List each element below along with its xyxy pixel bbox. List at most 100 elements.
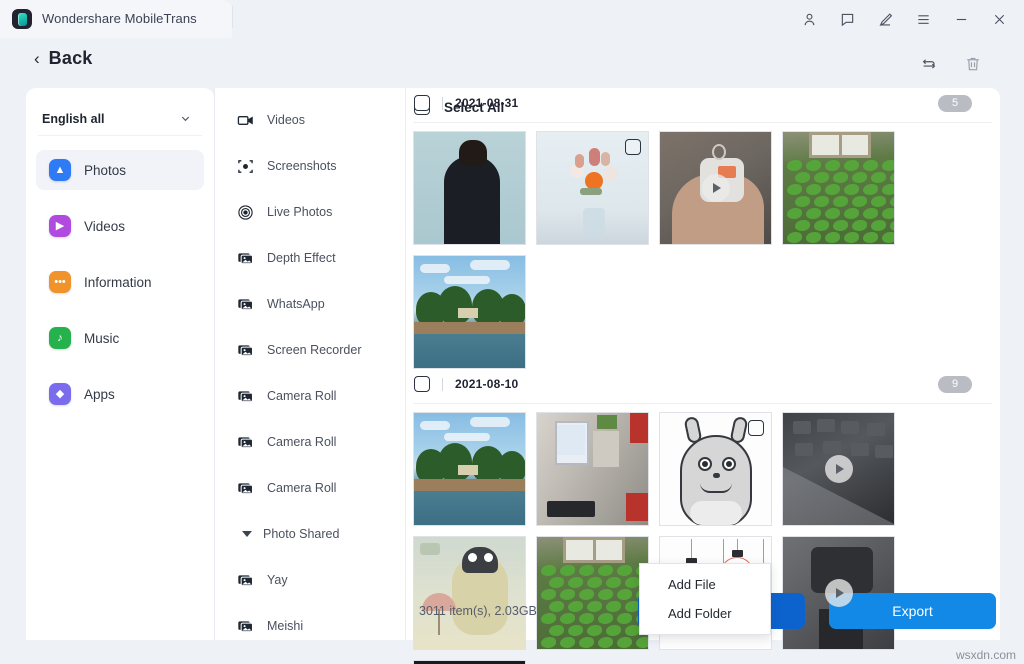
title-bar: Wondershare MobileTrans (0, 0, 1024, 38)
category-item-camera-roll[interactable]: Camera Roll (214, 465, 405, 511)
sub-header: ‹ Back (0, 38, 1024, 88)
music-icon: ♪ (49, 327, 71, 349)
menu-icon[interactable] (904, 3, 942, 35)
items-info: 3011 item(s), 2.03GB (419, 604, 537, 618)
divider (442, 97, 443, 110)
language-selector[interactable]: English all (38, 102, 202, 136)
thumbnail-item[interactable] (413, 131, 526, 245)
category-item-screenshots[interactable]: Screenshots (214, 143, 405, 189)
photo-stack-icon (236, 387, 254, 405)
group-checkbox[interactable] (414, 376, 430, 392)
thumbnail-grid (405, 123, 1000, 369)
category-item-whatsapp[interactable]: WhatsApp (214, 281, 405, 327)
thumbnail-item[interactable] (659, 412, 772, 526)
chevron-left-icon: ‹ (34, 50, 40, 67)
thumbnail-item[interactable] (413, 255, 526, 369)
photo-stack-icon (236, 433, 254, 451)
category-item-label: Screenshots (267, 159, 336, 173)
thumbnail-item[interactable] (413, 660, 526, 664)
video-camera-icon (236, 111, 254, 129)
sidebar-item-videos[interactable]: ▶Videos (36, 206, 204, 246)
caret-down-icon[interactable] (242, 531, 252, 537)
thumbnail-image (414, 413, 525, 525)
information-icon: ••• (49, 271, 71, 293)
category-item-label: Screen Recorder (267, 343, 362, 357)
group-count-badge: 5 (938, 95, 972, 112)
refresh-icon[interactable] (920, 55, 938, 73)
category-item-label: Photo Shared (263, 527, 339, 541)
category-item-label: Depth Effect (267, 251, 336, 265)
date-group-header[interactable]: 2021-08-109 (405, 369, 1000, 399)
play-icon[interactable] (825, 455, 853, 483)
live-photo-icon (236, 203, 254, 221)
sidebar-items: ▲Photos ▶Videos ••• Information ♪ Music ◆ Apps (36, 150, 204, 430)
header-tools (920, 55, 982, 73)
sidebar-item-label: Information (84, 275, 152, 290)
thumbnail-item[interactable] (659, 131, 772, 245)
category-item-camera-roll[interactable]: Camera Roll (214, 419, 405, 465)
category-item-label: Camera Roll (267, 481, 336, 495)
group-count-badge: 9 (938, 376, 972, 393)
chevron-down-icon (179, 112, 192, 125)
thumbnail-checkbox[interactable] (625, 139, 641, 155)
language-label: English all (42, 112, 105, 126)
import-context-menu: Add File Add Folder (639, 563, 771, 635)
category-item-live-photos[interactable]: Live Photos (214, 189, 405, 235)
edit-icon[interactable] (866, 3, 904, 35)
close-button[interactable] (980, 3, 1018, 35)
back-button[interactable]: ‹ Back (34, 48, 93, 69)
thumbnail-item[interactable] (782, 412, 895, 526)
back-label: Back (49, 48, 93, 69)
photo-stack-icon (236, 341, 254, 359)
thumbnail-item[interactable] (413, 412, 526, 526)
category-item-label: Live Photos (267, 205, 332, 219)
photo-stack-icon (236, 617, 254, 635)
thumbnail-image (414, 132, 525, 244)
thumbnail-item[interactable] (536, 131, 649, 245)
menu-item-add-folder[interactable]: Add Folder (640, 599, 770, 628)
sidebar-item-label: Apps (84, 387, 115, 402)
feedback-icon[interactable] (828, 3, 866, 35)
date-group-header[interactable]: 2021-08-31 5 (405, 88, 1000, 118)
photos-icon: ▲ (49, 159, 71, 181)
sidebar-item-apps[interactable]: ◆ Apps (36, 374, 204, 414)
sidebar-item-photos[interactable]: ▲Photos (36, 150, 204, 190)
sidebar-item-information[interactable]: ••• Information (36, 262, 204, 302)
apps-icon: ◆ (49, 383, 71, 405)
category-item-meishi[interactable]: Meishi (214, 603, 405, 649)
photo-stack-icon (236, 571, 254, 589)
thumbnail-checkbox[interactable] (748, 420, 764, 436)
window-controls (790, 0, 1018, 38)
group-checkbox[interactable] (414, 95, 430, 111)
play-icon[interactable] (825, 579, 853, 607)
thumbnail-image (783, 132, 894, 244)
date-label: 2021-08-31 (455, 96, 518, 110)
sidebar-item-label: Music (84, 331, 119, 346)
delete-icon[interactable] (964, 55, 982, 73)
thumbnail-item[interactable] (782, 131, 895, 245)
photo-stack-icon (236, 479, 254, 497)
play-icon[interactable] (702, 174, 730, 202)
thumbnail-image (537, 413, 648, 525)
thumbnail-item[interactable] (536, 412, 649, 526)
category-item-label: Camera Roll (267, 389, 336, 403)
minimize-button[interactable] (942, 3, 980, 35)
export-button[interactable]: Export (829, 593, 996, 629)
category-panel: Videos Screenshots Live Photos Depth Effect… (214, 88, 405, 640)
category-item-camera-roll[interactable]: Camera Roll (214, 373, 405, 419)
category-item-yay[interactable]: Yay (214, 557, 405, 603)
menu-item-add-file[interactable]: Add File (640, 570, 770, 599)
app-title: Wondershare MobileTrans (42, 11, 197, 26)
category-item-depth-effect[interactable]: Depth Effect (214, 235, 405, 281)
sidebar-item-music[interactable]: ♪ Music (36, 318, 204, 358)
category-item-screen-recorder[interactable]: Screen Recorder (214, 327, 405, 373)
category-item-label: Meishi (267, 619, 303, 633)
thumbnail-image (414, 256, 525, 368)
screenshot-icon (236, 157, 254, 175)
account-icon[interactable] (790, 3, 828, 35)
category-item-photo-shared[interactable]: Photo Shared (214, 511, 405, 557)
category-list: Videos Screenshots Live Photos Depth Effect… (214, 97, 405, 649)
category-item-videos[interactable]: Videos (214, 97, 405, 143)
content-panel: Select All 2021-08-3152021-08-1092021-05… (405, 88, 1000, 640)
sidebar-panel: English all ▲Photos ▶Videos ••• Information… (26, 88, 214, 640)
